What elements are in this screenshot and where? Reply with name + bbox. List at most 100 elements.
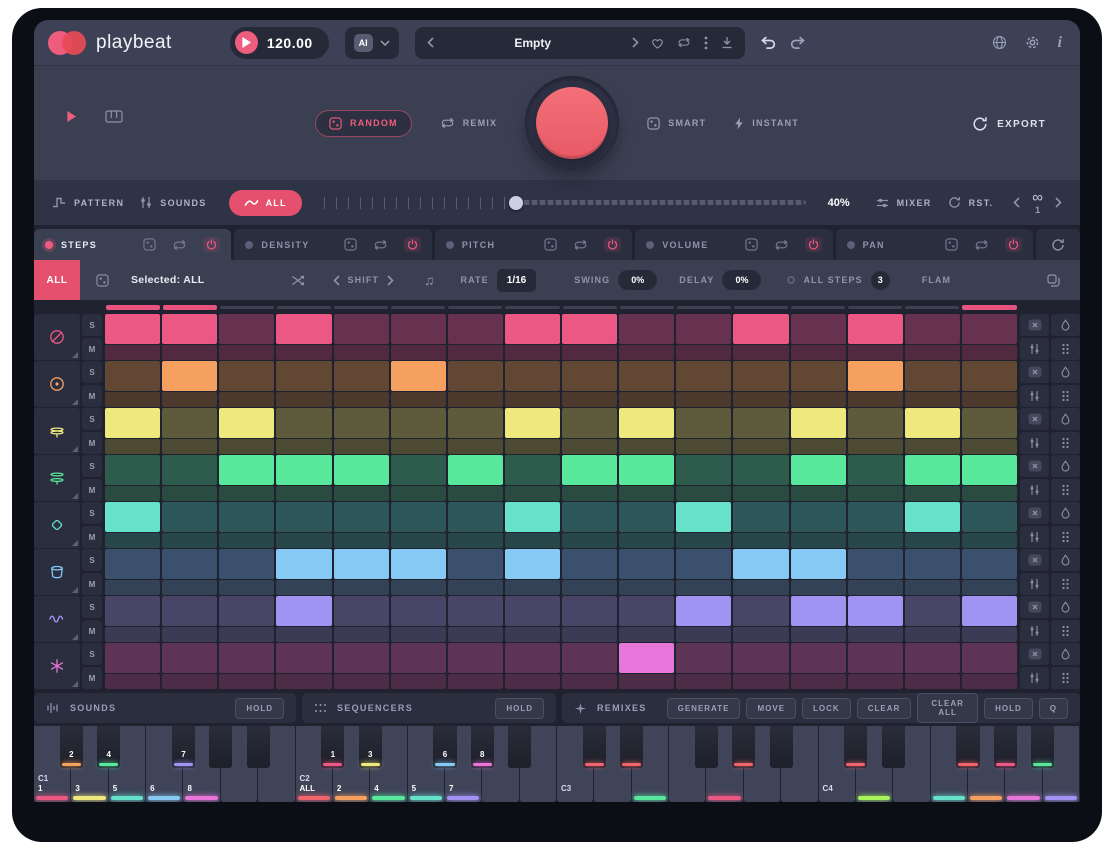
lane-cell-8[interactable]	[505, 486, 560, 501]
transport-play-button[interactable]	[66, 110, 77, 123]
lane-cell-5[interactable]	[334, 533, 389, 548]
sync-button[interactable]	[1036, 229, 1080, 260]
lane-cell-12[interactable]	[733, 627, 788, 642]
row-grid-button[interactable]	[1051, 526, 1080, 548]
lane-cell-5[interactable]	[334, 439, 389, 454]
power-icon[interactable]	[604, 237, 621, 252]
step-cell-9[interactable]	[562, 361, 617, 391]
lane-cell-6[interactable]	[391, 533, 446, 548]
mute-button[interactable]: M	[82, 385, 102, 407]
lane-cell-4[interactable]	[276, 345, 331, 360]
solo-button[interactable]: S	[82, 408, 102, 430]
step-cell-13[interactable]	[791, 596, 846, 626]
loop-marker-11[interactable]	[677, 306, 731, 309]
step-cell-5[interactable]	[334, 455, 389, 485]
row-mixer-button[interactable]	[1020, 620, 1049, 642]
black-key[interactable]	[247, 726, 270, 768]
row-grid-button[interactable]	[1051, 479, 1080, 501]
black-key[interactable]	[882, 726, 905, 768]
loop-marker-1[interactable]	[106, 305, 160, 310]
mute-button[interactable]: M	[82, 526, 102, 548]
resize-corner-handle[interactable]	[72, 446, 78, 452]
black-key[interactable]	[994, 726, 1017, 768]
loop-marker-15[interactable]	[905, 306, 959, 309]
lane-cell-4[interactable]	[276, 486, 331, 501]
step-cell-13[interactable]	[791, 455, 846, 485]
humanize-button[interactable]	[1051, 549, 1080, 571]
lane-cell-5[interactable]	[334, 345, 389, 360]
lane-cell-10[interactable]	[619, 392, 674, 407]
all-rows-tab[interactable]: ALL	[34, 260, 80, 300]
power-icon[interactable]	[203, 237, 220, 252]
step-cell-8[interactable]	[505, 549, 560, 579]
lane-cell-7[interactable]	[448, 345, 503, 360]
lane-cell-11[interactable]	[676, 392, 731, 407]
keyboard-toggle-button[interactable]	[105, 110, 123, 123]
loop-marker-4[interactable]	[277, 306, 331, 309]
step-cell-15[interactable]	[905, 643, 960, 673]
step-cell-16[interactable]	[962, 502, 1017, 532]
loop-icon[interactable]	[974, 239, 989, 251]
record-dot[interactable]	[646, 241, 654, 249]
lane-cell-6[interactable]	[391, 439, 446, 454]
step-cell-14[interactable]	[848, 314, 903, 344]
instrument-hihat-closed-button[interactable]	[34, 408, 80, 454]
dice-icon[interactable]	[143, 238, 156, 251]
black-key[interactable]: 7	[172, 726, 195, 768]
delay-value[interactable]: 0%	[722, 270, 761, 290]
step-cell-7[interactable]	[448, 502, 503, 532]
sounds-hold-button[interactable]: HOLD	[235, 698, 284, 719]
lane-cell-9[interactable]	[562, 627, 617, 642]
step-cell-8[interactable]	[505, 455, 560, 485]
step-cell-11[interactable]	[676, 502, 731, 532]
lane-cell-15[interactable]	[905, 345, 960, 360]
resize-corner-handle[interactable]	[72, 587, 78, 593]
lane-cell-15[interactable]	[905, 392, 960, 407]
solo-button[interactable]: S	[82, 314, 102, 336]
step-cell-1[interactable]	[105, 502, 160, 532]
lane-cell-3[interactable]	[219, 345, 274, 360]
step-cell-8[interactable]	[505, 408, 560, 438]
step-cell-9[interactable]	[562, 455, 617, 485]
step-cell-6[interactable]	[391, 502, 446, 532]
humanize-button[interactable]	[1051, 314, 1080, 336]
resize-corner-handle[interactable]	[72, 352, 78, 358]
all-steps-toggle[interactable]	[787, 276, 795, 284]
mixer-button[interactable]: MIXER	[876, 197, 932, 209]
black-key[interactable]: 2	[60, 726, 83, 768]
rate-value[interactable]: 1/16	[497, 269, 536, 292]
preset-name[interactable]: Empty	[446, 36, 620, 50]
gear-icon[interactable]	[1025, 35, 1040, 50]
swap-icon[interactable]	[291, 275, 305, 286]
lane-cell-16[interactable]	[962, 580, 1017, 595]
lane-cell-13[interactable]	[791, 392, 846, 407]
mute-button[interactable]: M	[82, 338, 102, 360]
lane-cell-8[interactable]	[505, 627, 560, 642]
tab-steps[interactable]: STEPS	[34, 229, 231, 260]
lane-cell-3[interactable]	[219, 580, 274, 595]
step-cell-12[interactable]	[733, 408, 788, 438]
record-dot[interactable]	[45, 241, 53, 249]
lane-cell-7[interactable]	[448, 580, 503, 595]
lane-cell-3[interactable]	[219, 392, 274, 407]
all-steps-count[interactable]: 3	[871, 271, 890, 290]
solo-button[interactable]: S	[82, 361, 102, 383]
step-cell-8[interactable]	[505, 643, 560, 673]
randomize-amount-slider[interactable]	[324, 193, 806, 213]
solo-button[interactable]: S	[82, 549, 102, 571]
lane-cell-7[interactable]	[448, 439, 503, 454]
step-cell-3[interactable]	[219, 455, 274, 485]
loop-marker-8[interactable]	[505, 306, 559, 309]
sounds-view-button[interactable]: SOUNDS	[140, 196, 206, 209]
clear-row-button[interactable]	[1020, 596, 1049, 618]
row-mixer-button[interactable]	[1020, 385, 1049, 407]
lane-cell-2[interactable]	[162, 486, 217, 501]
loop-icon[interactable]	[774, 239, 789, 251]
lane-cell-3[interactable]	[219, 439, 274, 454]
lane-cell-9[interactable]	[562, 533, 617, 548]
lane-cell-12[interactable]	[733, 580, 788, 595]
lane-cell-11[interactable]	[676, 439, 731, 454]
humanize-button[interactable]	[1051, 408, 1080, 430]
resize-corner-handle[interactable]	[72, 493, 78, 499]
lane-cell-11[interactable]	[676, 580, 731, 595]
